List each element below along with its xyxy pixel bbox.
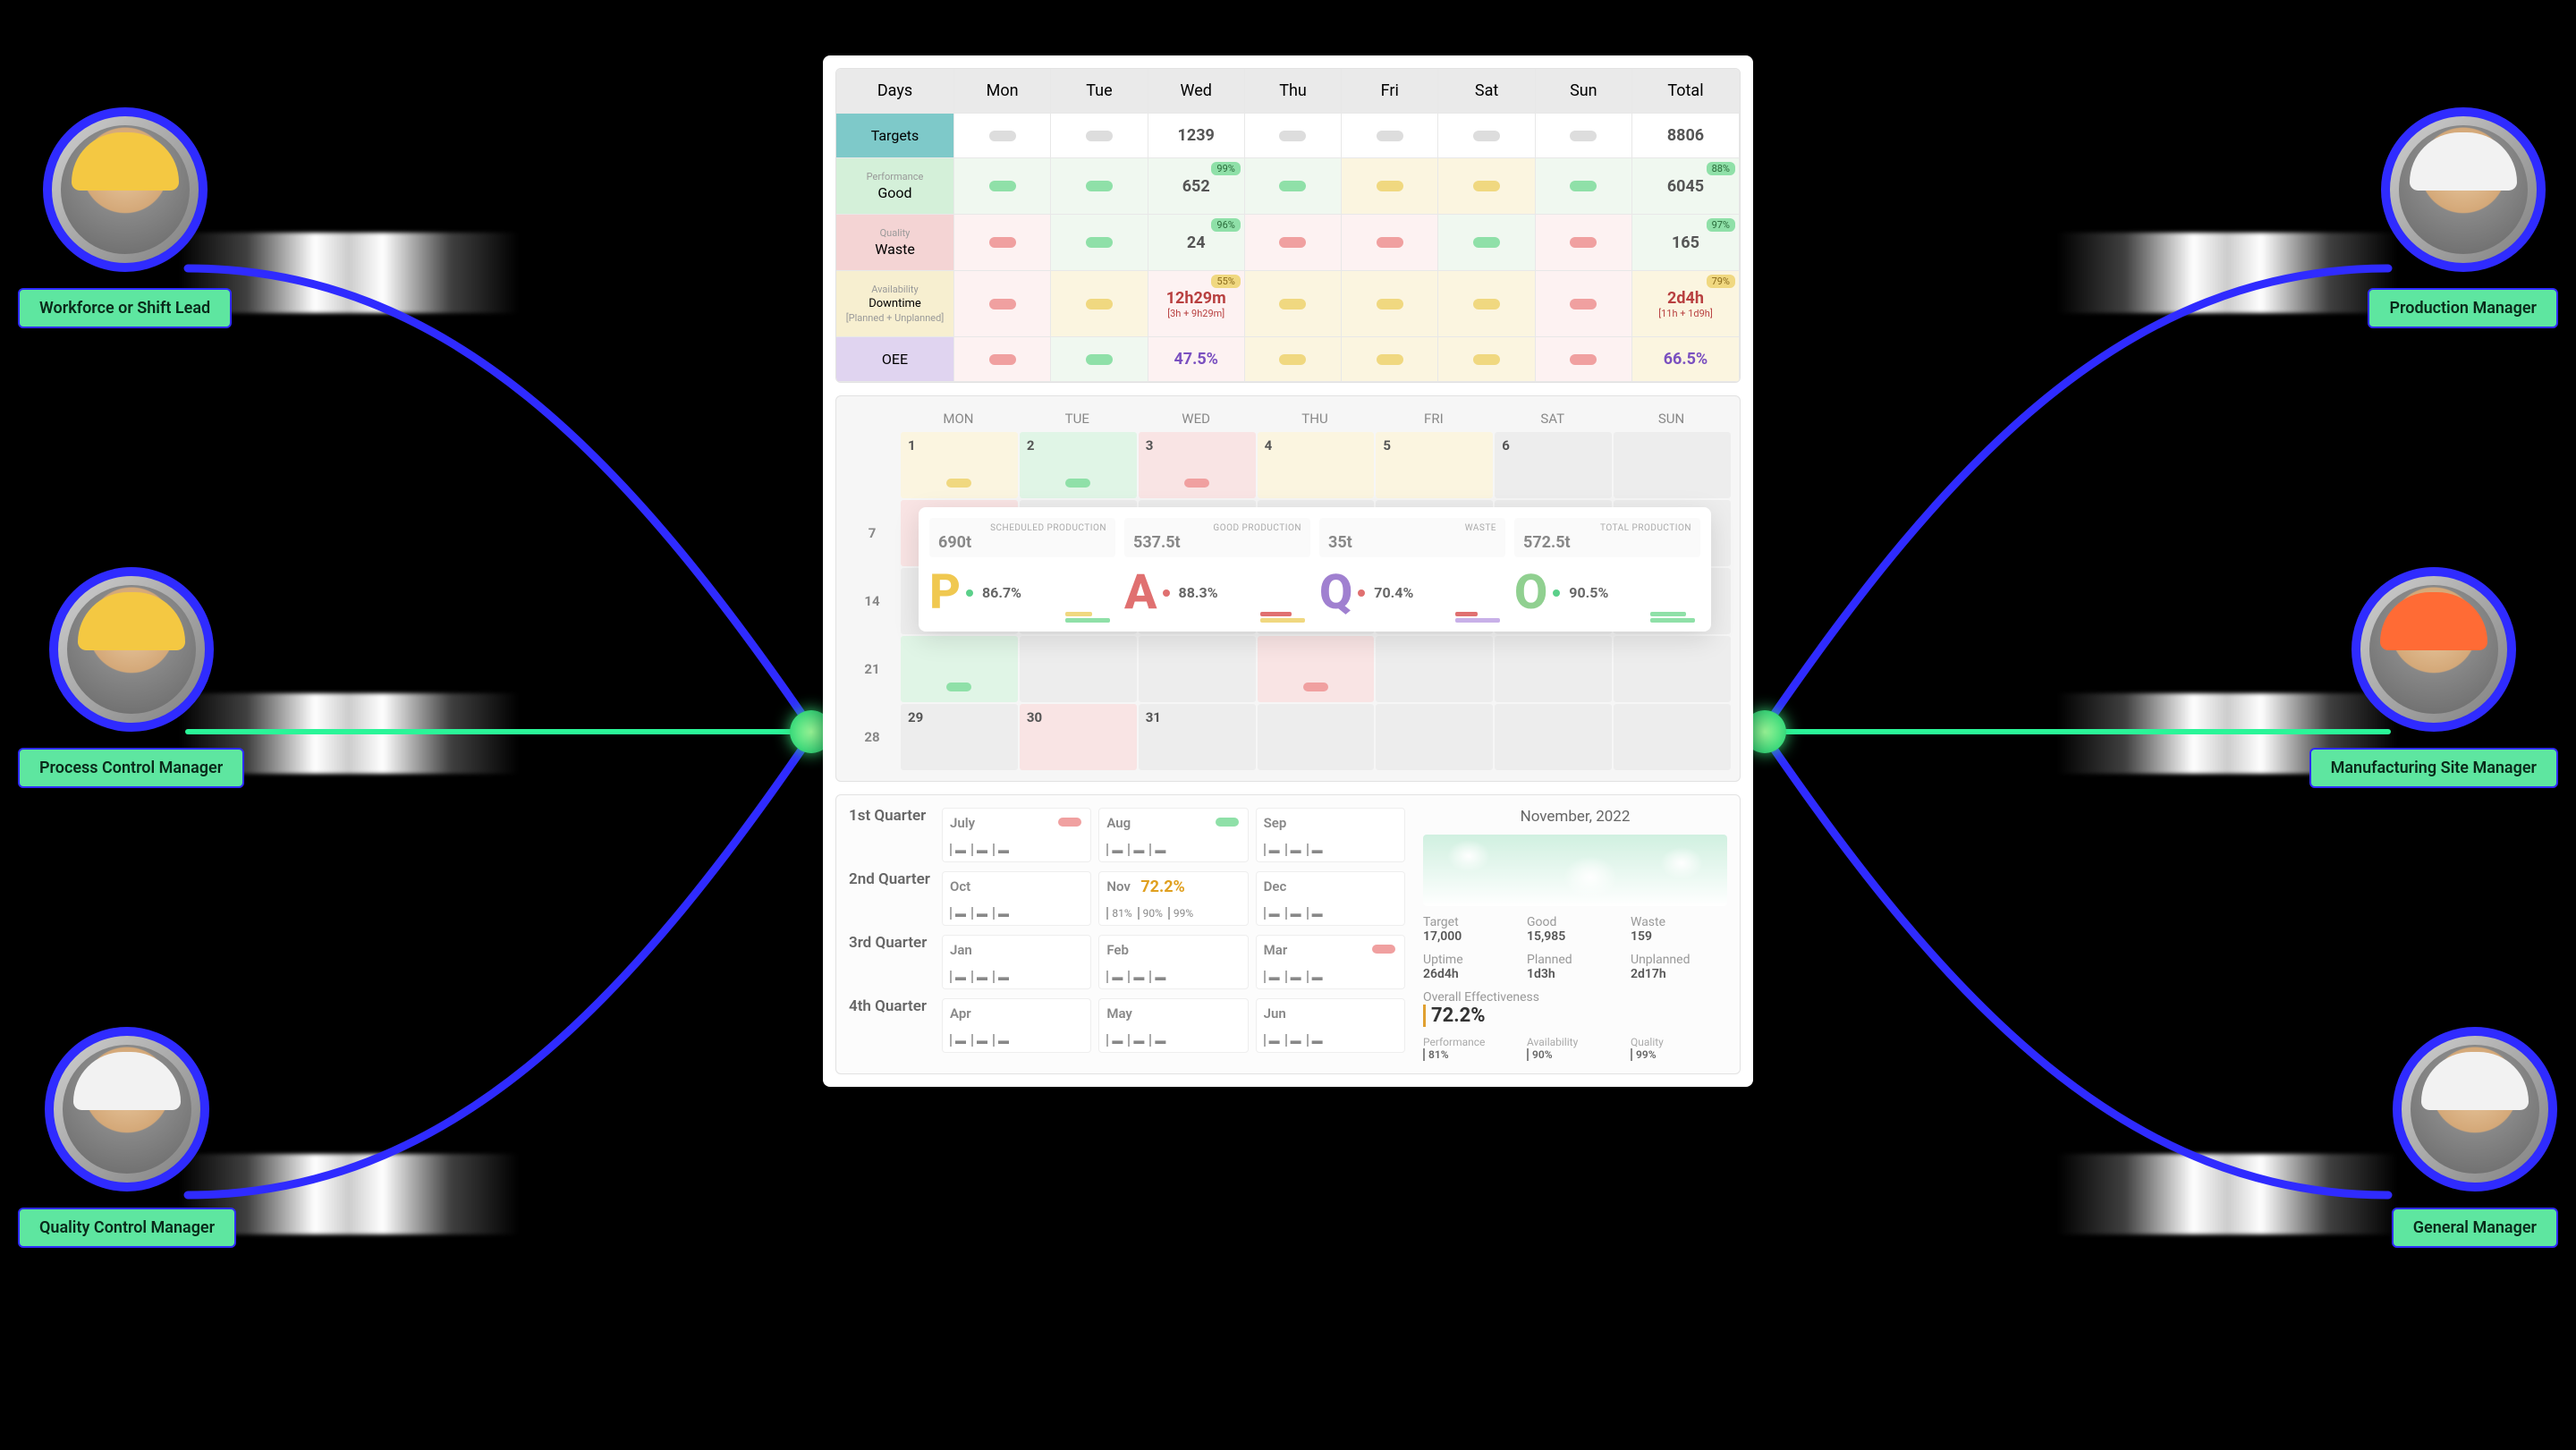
table-row-waste: QualityWaste 96%24 97%165 [836,215,1740,271]
row-label: QualityWaste [836,215,954,271]
persona-label: Quality Control Manager [18,1208,236,1248]
targets-wed: 1239 [1178,126,1215,145]
col-fri: Fri [1342,69,1438,114]
table-row-downtime: AvailabilityDowntime[Planned + Unplanned… [836,271,1740,337]
quarterly-panel: 1st Quarter July▬▬▬ Aug▬▬▬ Sep▬▬▬ 2nd Qu… [835,794,1741,1074]
calendar-panel: MONTUEWEDTHUFRISATSUN 123456 7 14 21 282… [835,395,1741,782]
persona-label: Process Control Manager [18,748,244,788]
targets-total: 8806 [1667,126,1704,145]
col-mon: Mon [954,69,1051,114]
good-wed: 652 [1182,177,1210,196]
col-sun: Sun [1536,69,1632,114]
good-total: 6045 [1667,177,1704,196]
motion-streak [2057,233,2397,313]
col-days: Days [836,69,954,114]
persona-process-control: Process Control Manager [18,567,244,788]
oee-total: 66.5% [1664,350,1708,369]
persona-quality-control: Quality Control Manager [18,1027,236,1248]
col-sat: Sat [1438,69,1535,114]
downtime-wed: 12h29m [1166,289,1226,308]
persona-site-manager: Manufacturing Site Manager [2309,567,2558,788]
col-thu: Thu [1245,69,1342,114]
row-label: PerformanceGood [836,158,954,215]
persona-label: Workforce or Shift Lead [18,288,232,328]
calendar-header: MONTUEWEDTHUFRISATSUN [845,405,1731,432]
persona-production-manager: Production Manager [2368,107,2558,328]
month-title: November, 2022 [1423,808,1727,826]
oee-wed: 47.5% [1174,350,1218,369]
persona-label: Production Manager [2368,288,2558,328]
table-header: Days Mon Tue Wed Thu Fri Sat Sun Total [836,69,1740,114]
downtime-total: 2d4h [1667,289,1704,308]
waste-wed: 24 [1187,233,1206,252]
row-label: OEE [836,337,954,382]
persona-label: General Manager [2392,1208,2558,1248]
row-label: Targets [836,114,954,158]
col-tue: Tue [1051,69,1148,114]
col-wed: Wed [1148,69,1245,114]
persona-label: Manufacturing Site Manager [2309,748,2558,788]
table-row-oee: OEE 47.5% 66.5% [836,337,1740,382]
persona-workforce-lead: Workforce or Shift Lead [18,107,232,328]
row-label: AvailabilityDowntime[Planned + Unplanned… [836,271,954,337]
quarter-grid: 1st Quarter July▬▬▬ Aug▬▬▬ Sep▬▬▬ 2nd Qu… [849,808,1405,1061]
weekly-metrics-table: Days Mon Tue Wed Thu Fri Sat Sun Total T… [835,68,1741,383]
col-total: Total [1632,69,1740,114]
table-row-good: PerformanceGood 99%652 88%6045 [836,158,1740,215]
waste-total: 165 [1672,233,1699,252]
persona-general-manager: General Manager [2392,1027,2558,1248]
dashboard-panel: Days Mon Tue Wed Thu Fri Sat Sun Total T… [823,55,1753,1087]
month-detail: November, 2022 Target17,000 Good15,985 W… [1423,808,1727,1061]
paqo-overlay: SCHEDULED PRODUCTION690t GOOD PRODUCTION… [919,507,1711,632]
table-row-targets: Targets 1239 8806 [836,114,1740,158]
month-chart [1423,835,1727,906]
motion-streak [2057,1154,2397,1234]
